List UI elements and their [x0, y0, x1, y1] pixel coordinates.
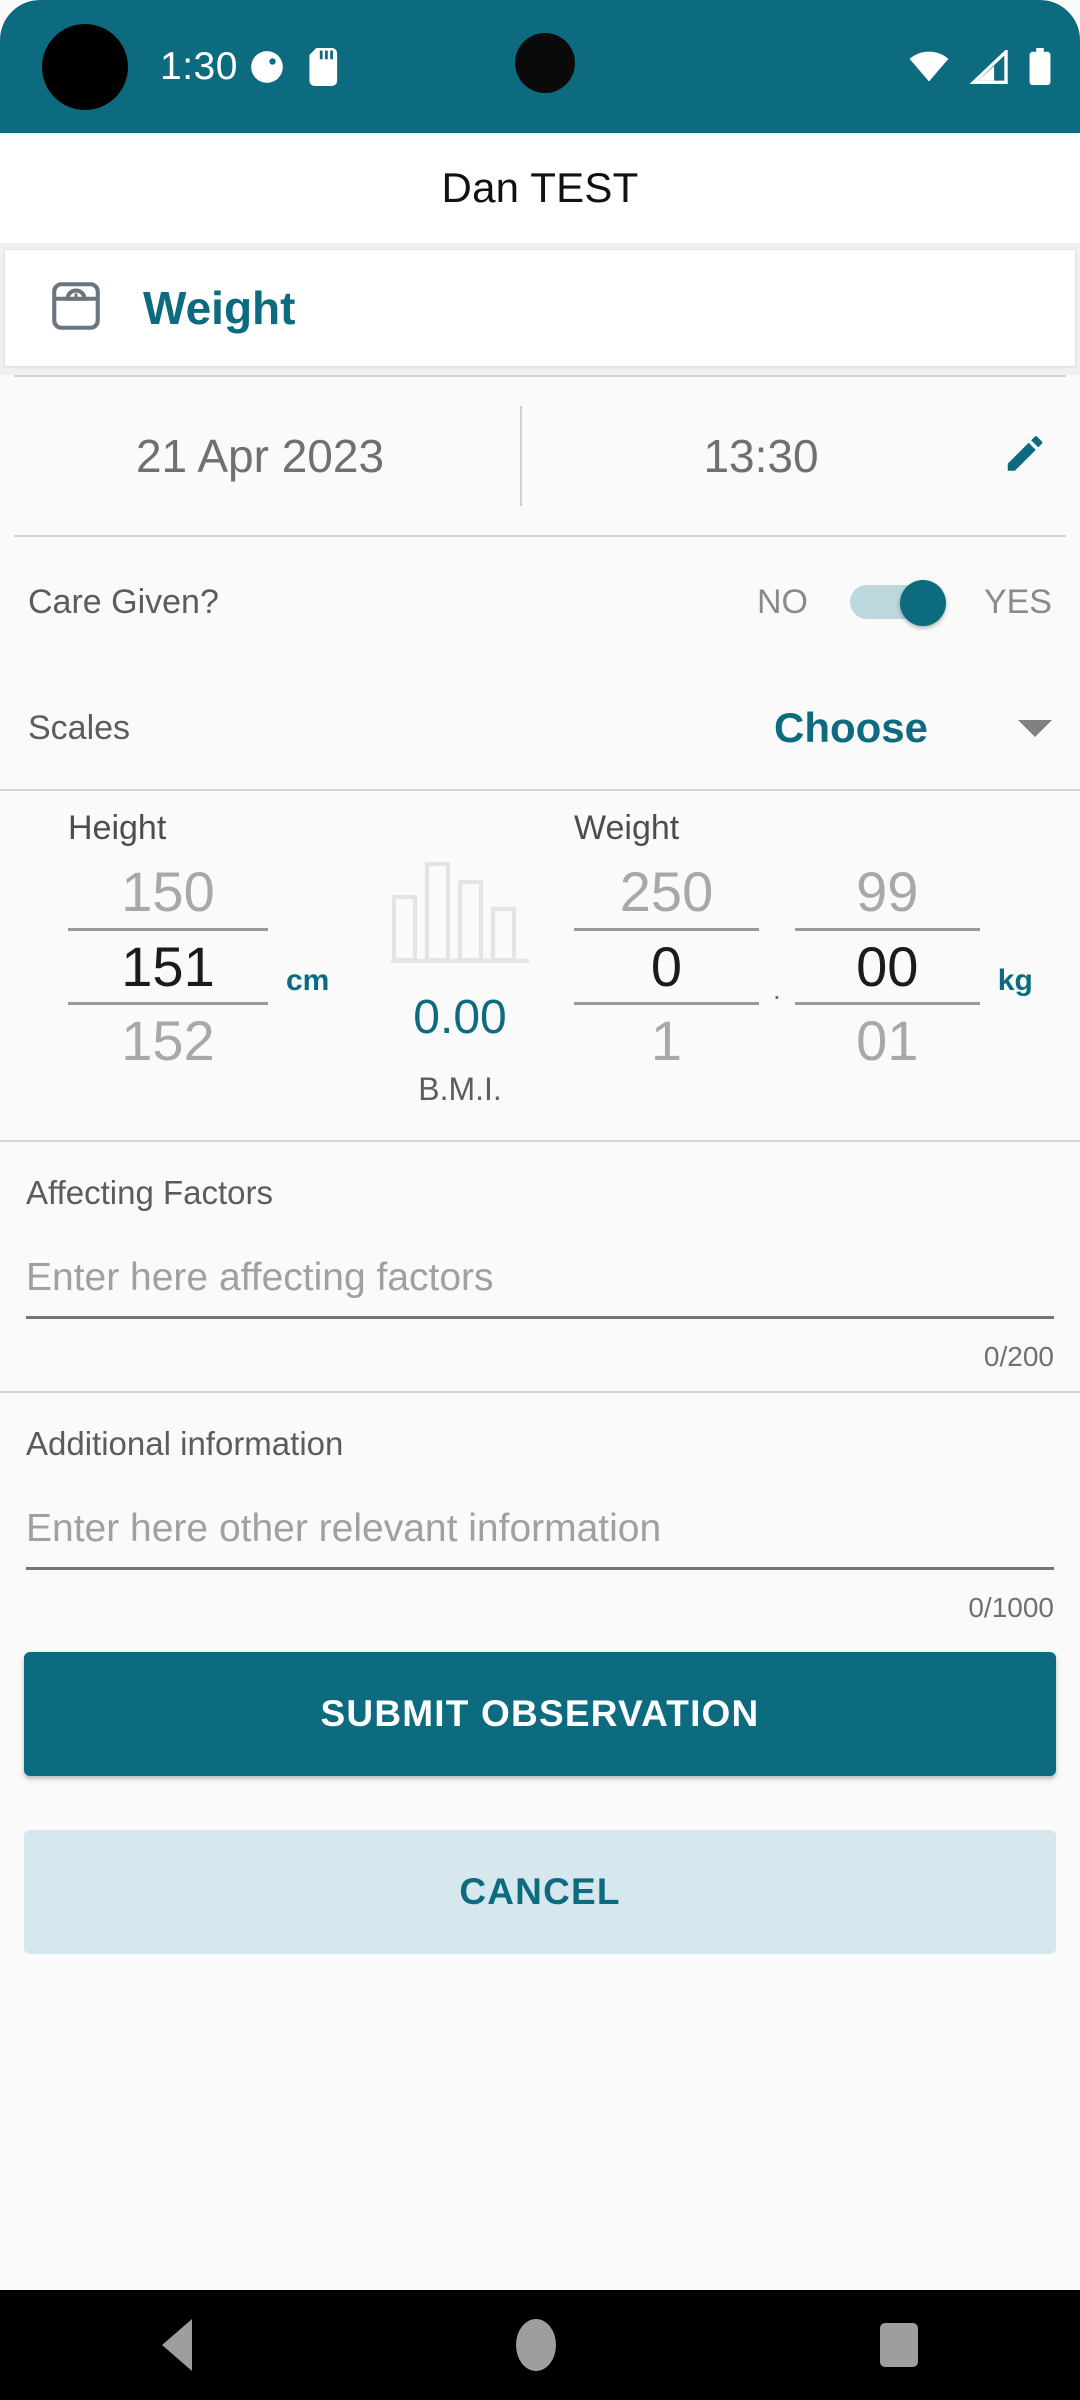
- action-buttons: SUBMIT OBSERVATION CANCEL: [0, 1642, 1080, 1954]
- observation-type-label: Weight: [143, 282, 296, 334]
- time-value[interactable]: 13:30: [522, 429, 1080, 483]
- affecting-factors-input-wrap: [26, 1256, 1054, 1319]
- height-wheel[interactable]: 150 151 152: [68, 856, 268, 1077]
- height-previous-value[interactable]: 150: [121, 856, 214, 928]
- affecting-factors-counter: 0/200: [983, 1341, 1054, 1372]
- height-picker[interactable]: 150 151 152 cm: [68, 856, 360, 1077]
- status-bar: 1:30: [0, 0, 1080, 133]
- additional-information-input[interactable]: [26, 1507, 1054, 1551]
- weight-fraction-next-value[interactable]: 01: [856, 1005, 918, 1077]
- additional-information-counter: 0/1000: [968, 1592, 1054, 1623]
- additional-information-input-wrap: [26, 1507, 1054, 1570]
- pencil-icon[interactable]: [1002, 431, 1048, 482]
- battery-icon: [1028, 47, 1052, 86]
- scales-dropdown-value[interactable]: Choose: [774, 704, 928, 752]
- weight-fraction-previous-value[interactable]: 99: [856, 856, 918, 928]
- weight-fraction-selected-value[interactable]: 00: [794, 927, 980, 1006]
- half-moon-icon: [248, 48, 286, 86]
- weight-scale-icon: [47, 277, 105, 340]
- weight-integer-wheel[interactable]: 250 0 1: [574, 856, 759, 1077]
- care-given-no-label[interactable]: NO: [757, 583, 808, 622]
- weight-integer-selected-value[interactable]: 0: [574, 927, 759, 1006]
- bmi-column: 0.00 B.M.I.: [360, 809, 560, 1108]
- observation-type-card[interactable]: Weight: [4, 249, 1076, 367]
- scales-row: Scales Choose: [0, 667, 1080, 789]
- recents-square-icon[interactable]: [880, 2323, 918, 2367]
- care-given-yes-label[interactable]: YES: [984, 583, 1052, 622]
- status-bar-left-icons: [248, 0, 342, 133]
- status-bar-right-icons: [908, 0, 1052, 133]
- affecting-factors-input[interactable]: [26, 1256, 1054, 1300]
- scales-label: Scales: [28, 708, 131, 747]
- care-given-toggle[interactable]: [849, 580, 946, 626]
- additional-information-block: Additional information 0/1000: [0, 1393, 1080, 1642]
- bmi-label: B.M.I.: [418, 1071, 502, 1107]
- toggle-thumb: [899, 580, 946, 626]
- weight-picker[interactable]: 250 0 1 . 99 00 01 kg: [574, 856, 1080, 1077]
- status-bar-time: 1:30: [160, 44, 238, 88]
- care-given-label: Care Given?: [28, 582, 219, 621]
- weight-fraction-wheel[interactable]: 99 00 01: [794, 856, 980, 1077]
- observation-card-wrapper: Weight: [0, 243, 1080, 375]
- height-unit: cm: [286, 964, 330, 997]
- decimal-separator: .: [773, 974, 781, 1005]
- cancel-button[interactable]: CANCEL: [24, 1830, 1056, 1954]
- weight-unit: kg: [997, 964, 1033, 997]
- chevron-down-icon[interactable]: [1018, 719, 1052, 737]
- home-circle-icon[interactable]: [516, 2319, 556, 2371]
- care-given-row: Care Given? NO YES: [0, 537, 1080, 667]
- phone-screen: 1:30 Dan TEST Weight 21 Apr 2023 13:30 C…: [0, 0, 1080, 2400]
- weight-integer-previous-value[interactable]: 250: [620, 856, 713, 928]
- measurement-panel: Height 150 151 152 cm 0.00 B.M.I. Weight…: [0, 791, 1080, 1140]
- height-next-value[interactable]: 152: [121, 1005, 214, 1077]
- bar-chart-icon: [391, 855, 529, 968]
- date-value[interactable]: 21 Apr 2023: [0, 429, 520, 483]
- weight-integer-next-value[interactable]: 1: [651, 1005, 682, 1077]
- datetime-row: 21 Apr 2023 13:30: [0, 377, 1080, 535]
- wifi-icon: [908, 50, 950, 84]
- affecting-factors-block: Affecting Factors 0/200: [0, 1142, 1080, 1391]
- height-title: Height: [68, 809, 167, 847]
- camera-punch-hole-icon: [42, 24, 128, 110]
- back-triangle-icon[interactable]: [162, 2319, 192, 2371]
- cellular-signal-icon: [970, 49, 1008, 84]
- sd-card-icon: [308, 47, 342, 86]
- bmi-value: 0.00: [413, 991, 507, 1044]
- weight-title: Weight: [574, 809, 680, 847]
- height-selected-value[interactable]: 151: [68, 927, 268, 1006]
- additional-information-label: Additional information: [26, 1425, 344, 1462]
- weight-column: Weight 250 0 1 . 99 00 01 kg: [560, 809, 1080, 1108]
- page-title: Dan TEST: [0, 133, 1080, 243]
- submit-observation-button[interactable]: SUBMIT OBSERVATION: [24, 1652, 1056, 1776]
- camera-cutout-center-icon: [515, 33, 575, 93]
- affecting-factors-label: Affecting Factors: [26, 1174, 274, 1211]
- android-nav-bar: [0, 2290, 1080, 2400]
- height-column: Height 150 151 152 cm: [0, 809, 360, 1108]
